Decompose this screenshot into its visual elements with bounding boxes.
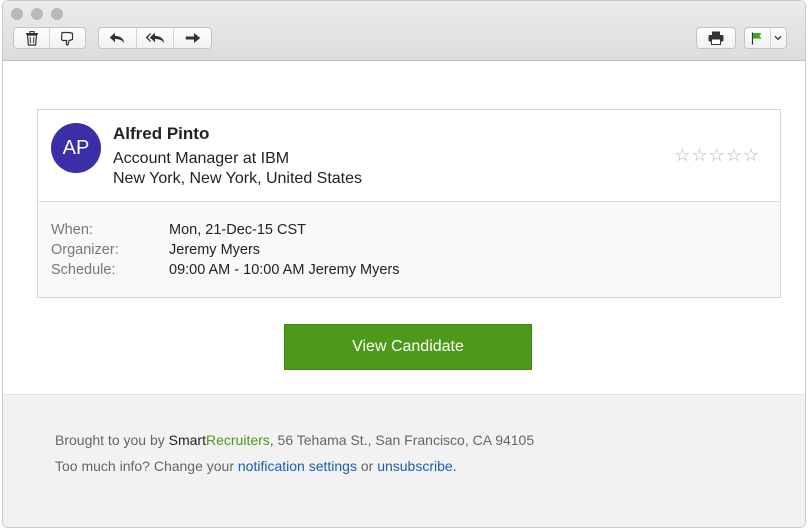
brand-part-recruiters[interactable]: Recruiters [206, 432, 270, 448]
close-window-button[interactable] [11, 8, 23, 20]
candidate-card: AP Alfred Pinto Account Manager at IBM N… [37, 109, 781, 298]
or-text: or [356, 458, 378, 474]
detail-row-when: When: Mon, 21-Dec-15 CST [51, 222, 306, 238]
flag-button[interactable] [745, 28, 770, 48]
notification-settings-link[interactable]: notification settings [238, 458, 357, 474]
thumbs-down-icon [60, 31, 73, 46]
candidate-header: AP Alfred Pinto Account Manager at IBM N… [38, 110, 780, 202]
forward-arrow-icon [185, 33, 200, 43]
printer-icon [708, 31, 724, 45]
avatar: AP [51, 123, 101, 173]
flag-dropdown[interactable] [744, 27, 787, 49]
brand-part-smart[interactable]: Smart [169, 432, 206, 448]
reply-button[interactable] [99, 28, 136, 48]
unsubscribe-link[interactable]: unsubscribe [377, 458, 453, 474]
brought-to-you-line: Brought to you by SmartRecruiters, 56 Te… [55, 432, 534, 448]
info-prefix: Too much info? Change your [55, 458, 238, 474]
flag-icon [752, 32, 762, 44]
detail-label: Organizer: [51, 242, 119, 258]
view-candidate-button[interactable]: View Candidate [284, 324, 532, 370]
interview-details: When: Mon, 21-Dec-15 CST Organizer: Jeremy… [38, 202, 780, 297]
reply-arrow-icon [110, 32, 125, 43]
mail-window: AP Alfred Pinto Account Manager at IBM N… [2, 0, 806, 528]
toolbar [3, 1, 805, 61]
detail-value: 09:00 AM - 10:00 AM Jeremy Myers [169, 262, 400, 278]
reply-all-icon [145, 32, 165, 43]
reply-group [98, 27, 212, 49]
print-button[interactable] [696, 27, 736, 49]
detail-label: Schedule: [51, 262, 116, 278]
footer-address: , 56 Tehama St., San Francisco, CA 94105 [269, 432, 535, 448]
flag-menu-button[interactable] [771, 28, 786, 48]
zoom-window-button[interactable] [51, 8, 63, 20]
detail-value: Jeremy Myers [169, 242, 261, 258]
candidate-location: New York, New York, United States [113, 170, 363, 187]
detail-value: Mon, 21-Dec-15 CST [169, 222, 306, 238]
delete-button[interactable] [15, 28, 49, 48]
trash-icon [26, 30, 38, 46]
candidate-title: Account Manager at IBM [113, 150, 290, 167]
forward-button[interactable] [174, 28, 211, 48]
rating-stars[interactable]: ☆☆☆☆☆ [674, 145, 760, 166]
brought-prefix: Brought to you by [55, 432, 169, 448]
junk-button[interactable] [50, 28, 84, 48]
detail-label: When: [51, 222, 93, 238]
delete-junk-group [13, 27, 86, 49]
minimize-window-button[interactable] [31, 8, 43, 20]
detail-row-organizer: Organizer: Jeremy Myers [51, 242, 260, 258]
detail-row-schedule: Schedule: 09:00 AM - 10:00 AM Jeremy Myer… [51, 262, 399, 278]
chevron-down-icon [774, 35, 782, 41]
reply-all-button[interactable] [137, 28, 174, 48]
candidate-name: Alfred Pinto [113, 124, 210, 143]
period-text: . [452, 458, 457, 474]
email-footer: Brought to you by SmartRecruiters, 56 Te… [3, 394, 805, 527]
notification-line: Too much info? Change your notification … [55, 458, 457, 474]
